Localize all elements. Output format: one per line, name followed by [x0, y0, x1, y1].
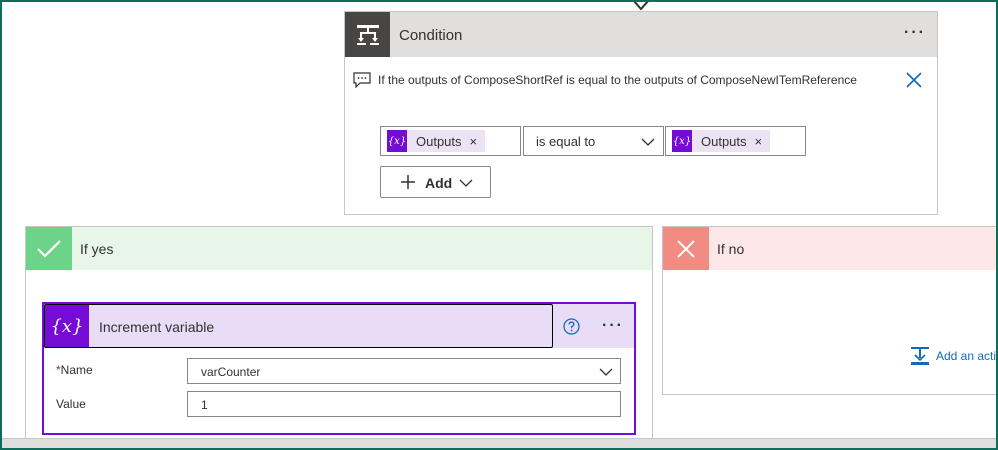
add-condition-button[interactable]: Add [380, 166, 491, 198]
chevron-down-icon [459, 179, 473, 187]
action-more-button[interactable]: ··· [602, 317, 624, 335]
variable-icon: {x} [45, 305, 89, 347]
right-operand-field[interactable]: {x} Outputs × [665, 126, 806, 156]
value-value: 1 [201, 398, 208, 412]
variable-icon: {x} [672, 130, 692, 152]
condition-title: Condition [399, 27, 463, 44]
branch-yes-title: If yes [80, 241, 114, 257]
condition-more-button[interactable]: ··· [904, 24, 926, 42]
help-icon[interactable] [563, 318, 580, 335]
remove-token-icon[interactable]: × [470, 134, 486, 149]
chevron-down-icon [599, 368, 613, 376]
token-label: Outputs [416, 133, 462, 149]
add-action-label: Add an action [936, 349, 998, 363]
right-operand-token[interactable]: {x} Outputs × [672, 130, 771, 152]
operator-select[interactable]: is equal to [523, 126, 664, 156]
variable-icon: {x} [387, 130, 407, 152]
operator-value: is equal to [536, 134, 596, 149]
branch-yes-header[interactable]: If yes [26, 227, 652, 270]
add-action-link[interactable]: Add an action [910, 346, 998, 366]
name-select[interactable]: varCounter [187, 358, 621, 384]
left-operand-token[interactable]: {x} Outputs × [387, 130, 486, 152]
close-note-icon[interactable] [904, 70, 924, 90]
comment-icon [353, 72, 371, 88]
add-button-label: Add [425, 175, 453, 191]
increment-variable-title-bar[interactable]: {x} Increment variable [44, 304, 553, 348]
branch-no-header[interactable]: If no [663, 227, 998, 270]
condition-icon [345, 12, 390, 57]
name-value: varCounter [201, 365, 261, 379]
branch-no-title: If no [717, 241, 745, 257]
plus-icon [401, 175, 415, 189]
value-field-label: Value [56, 397, 86, 411]
token-label: Outputs [701, 133, 747, 149]
branch-if-no[interactable]: If no Add an action [662, 226, 998, 395]
name-field-label: *Name [56, 363, 93, 377]
add-action-icon [911, 347, 929, 365]
checkmark-icon [26, 227, 72, 270]
left-operand-field[interactable]: {x} Outputs × [380, 126, 521, 156]
name-label-text: Name [60, 363, 93, 377]
increment-variable-header[interactable]: {x} Increment variable ··· [44, 304, 634, 348]
chevron-down-icon [641, 138, 655, 146]
condition-note: If the outputs of ComposeShortRef is equ… [378, 73, 857, 87]
value-input[interactable]: 1 [187, 391, 621, 417]
increment-variable-card[interactable]: {x} Increment variable ··· *Name varCoun… [42, 302, 636, 435]
bottom-scrollbar[interactable] [0, 438, 998, 450]
close-icon [663, 227, 709, 270]
condition-card[interactable]: Condition ··· If the outputs of ComposeS… [344, 11, 938, 215]
increment-variable-title: Increment variable [99, 319, 215, 335]
remove-token-icon[interactable]: × [755, 134, 771, 149]
condition-header[interactable]: Condition ··· [345, 12, 937, 57]
